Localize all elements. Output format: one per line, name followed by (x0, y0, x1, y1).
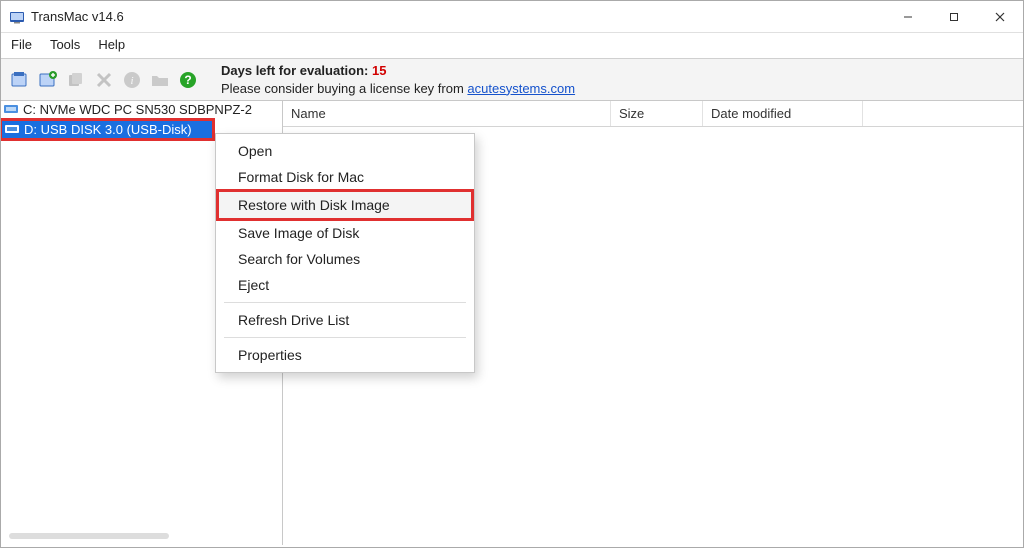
ctx-separator (224, 337, 466, 338)
info-icon[interactable]: i (121, 69, 143, 91)
title-bar: TransMac v14.6 (1, 1, 1023, 33)
drive-item-d[interactable]: D: USB DISK 3.0 (USB-Disk) (2, 121, 212, 138)
eval-days: 15 (372, 63, 386, 78)
menu-file[interactable]: File (11, 37, 32, 52)
ctx-properties[interactable]: Properties (216, 342, 474, 368)
app-icon (9, 9, 25, 25)
toolbar: i ? Days left for evaluation: 15 Please … (1, 59, 1023, 101)
eval-subtext: Please consider buying a license key fro… (221, 81, 467, 96)
svg-text:i: i (130, 75, 133, 87)
ctx-search-volumes[interactable]: Search for Volumes (216, 246, 474, 272)
copy-icon[interactable] (65, 69, 87, 91)
ctx-separator (224, 302, 466, 303)
ctx-save-image[interactable]: Save Image of Disk (216, 220, 474, 246)
maximize-button[interactable] (931, 1, 977, 33)
drive-label: C: NVMe WDC PC SN530 SDBPNPZ-2 (23, 102, 252, 117)
highlight-box: D: USB DISK 3.0 (USB-Disk) (1, 118, 215, 141)
window-title: TransMac v14.6 (31, 9, 124, 24)
menu-bar: File Tools Help (1, 33, 1023, 59)
open-image-icon[interactable] (9, 69, 31, 91)
close-button[interactable] (977, 1, 1023, 33)
ctx-format-mac[interactable]: Format Disk for Mac (216, 164, 474, 190)
svg-text:?: ? (184, 73, 191, 87)
folder-icon[interactable] (149, 69, 171, 91)
minimize-button[interactable] (885, 1, 931, 33)
context-menu: Open Format Disk for Mac Restore with Di… (215, 133, 475, 373)
ctx-refresh[interactable]: Refresh Drive List (216, 307, 474, 333)
delete-icon[interactable] (93, 69, 115, 91)
eval-label: Days left for evaluation: (221, 63, 368, 78)
ctx-open[interactable]: Open (216, 138, 474, 164)
help-icon[interactable]: ? (177, 69, 199, 91)
new-image-icon[interactable] (37, 69, 59, 91)
drive-label: D: USB DISK 3.0 (USB-Disk) (24, 122, 192, 137)
usb-disk-icon (4, 123, 20, 137)
column-name[interactable]: Name (283, 101, 611, 126)
workspace: C: NVMe WDC PC SN530 SDBPNPZ-2 D: USB DI… (1, 101, 1023, 545)
disk-icon (3, 103, 19, 117)
column-size[interactable]: Size (611, 101, 703, 126)
column-date[interactable]: Date modified (703, 101, 863, 126)
column-spacer (863, 101, 1023, 126)
ctx-restore-disk-image[interactable]: Restore with Disk Image (216, 189, 474, 221)
evaluation-message: Days left for evaluation: 15 Please cons… (221, 62, 575, 97)
menu-help[interactable]: Help (98, 37, 125, 52)
menu-tools[interactable]: Tools (50, 37, 80, 52)
drive-item-c[interactable]: C: NVMe WDC PC SN530 SDBPNPZ-2 (1, 101, 282, 118)
sidebar-scrollbar[interactable] (9, 533, 169, 539)
vendor-link[interactable]: acutesystems.com (467, 81, 575, 96)
ctx-eject[interactable]: Eject (216, 272, 474, 298)
column-headers: Name Size Date modified (283, 101, 1023, 127)
file-list-panel: Name Size Date modified Open Format Disk… (283, 101, 1023, 545)
